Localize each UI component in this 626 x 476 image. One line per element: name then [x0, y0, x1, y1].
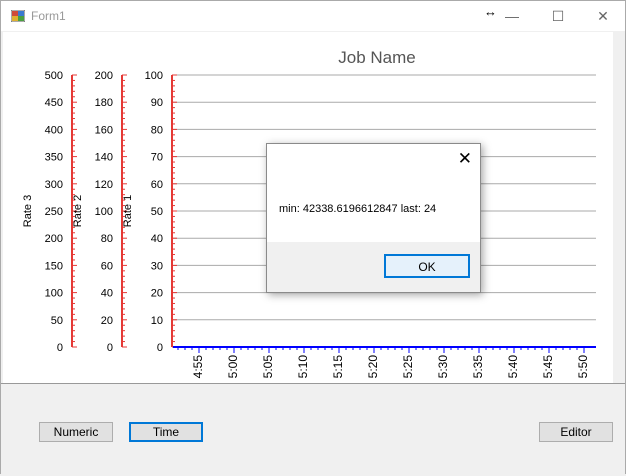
x-tick-label: 5:20 [366, 355, 380, 379]
tick-label: 30 [151, 260, 163, 272]
tick-label: 120 [95, 179, 113, 191]
ok-button[interactable]: OK [384, 254, 470, 278]
tick-label: 100 [95, 206, 113, 218]
tick-label: 160 [95, 124, 113, 136]
tick-label: 80 [151, 124, 163, 136]
tick-label: 10 [151, 315, 163, 327]
tick-label: 60 [151, 179, 163, 191]
tick-label: 40 [151, 233, 163, 245]
y-axis-rate-3: 0 50 100 150 200 250 300 350 400 450 500 Rate 3 [22, 70, 77, 354]
x-tick-label: 5:15 [331, 355, 345, 379]
tick-label: 0 [57, 342, 63, 354]
tick-label: 70 [151, 152, 163, 164]
tick-label: 300 [45, 179, 63, 191]
app-icon [11, 10, 25, 22]
vertical-scrollbar[interactable] [613, 32, 625, 383]
x-tick-label: 5:05 [261, 355, 275, 379]
x-tick-label: 5:35 [471, 355, 485, 379]
main-window: Form1 ↔ — ☐ ✕ Job Name 0 50 100 150 200 250 300… [0, 0, 626, 476]
tick-label: 200 [45, 233, 63, 245]
y-axis-rate-1: 0 10 20 30 40 50 60 70 80 90 100 Rate 1 [122, 70, 177, 354]
y-axis-rate-2: 0 20 40 60 80 100 120 140 160 180 200 Rate 2 [72, 70, 127, 354]
tick-label: 140 [95, 152, 113, 164]
button-panel: Numeric Time Editor [1, 383, 625, 476]
axis-label: Rate 3 [22, 195, 34, 227]
x-tick-label: 5:40 [506, 355, 520, 379]
title-bar[interactable]: Form1 ↔ — ☐ ✕ [1, 1, 625, 31]
tick-label: 100 [45, 288, 63, 300]
axis-label: Rate 1 [122, 195, 134, 227]
minimize-button[interactable]: — [489, 1, 535, 31]
tick-label: 0 [107, 342, 113, 354]
tick-label: 50 [51, 315, 63, 327]
tick-label: 40 [101, 288, 113, 300]
tick-label: 0 [157, 342, 163, 354]
dialog-close-icon[interactable]: ✕ [458, 149, 472, 169]
tick-label: 20 [101, 315, 113, 327]
tick-label: 450 [45, 97, 63, 109]
x-tick-label: 5:45 [541, 355, 555, 379]
tick-label: 350 [45, 152, 63, 164]
time-button[interactable]: Time [129, 422, 203, 442]
dialog-message: min: 42338.6196612847 last: 24 [279, 203, 437, 215]
tick-label: 150 [45, 260, 63, 272]
tick-label: 90 [151, 97, 163, 109]
tick-label: 200 [95, 70, 113, 82]
tick-label: 100 [145, 70, 163, 82]
close-button[interactable]: ✕ [580, 1, 626, 31]
axis-label: Rate 2 [72, 195, 84, 227]
x-tick-label: 5:50 [576, 355, 590, 379]
dialog-content: ✕ min: 42338.6196612847 last: 24 [267, 144, 480, 242]
window-title: Form1 [31, 9, 66, 23]
chart-title: Job Name [338, 48, 415, 67]
editor-button[interactable]: Editor [539, 422, 613, 442]
tick-label: 500 [45, 70, 63, 82]
x-tick-label: 4:55 [191, 355, 205, 379]
x-tick-label: 5:25 [401, 355, 415, 379]
tick-label: 250 [45, 206, 63, 218]
maximize-button[interactable]: ☐ [535, 1, 581, 31]
x-tick-label: 5:10 [296, 355, 310, 379]
tick-label: 400 [45, 124, 63, 136]
tick-label: 20 [151, 288, 163, 300]
numeric-button[interactable]: Numeric [39, 422, 113, 442]
tick-label: 60 [101, 260, 113, 272]
tick-label: 80 [101, 233, 113, 245]
x-axis: 4:55 5:00 5:05 5:10 5:15 5:20 5:25 5:30 5:35 5:40… [173, 346, 596, 379]
message-dialog: ✕ min: 42338.6196612847 last: 24 OK [266, 143, 481, 293]
tick-label: 180 [95, 97, 113, 109]
x-tick-label: 5:00 [226, 355, 240, 379]
x-tick-label: 5:30 [436, 355, 450, 379]
tick-label: 50 [151, 206, 163, 218]
